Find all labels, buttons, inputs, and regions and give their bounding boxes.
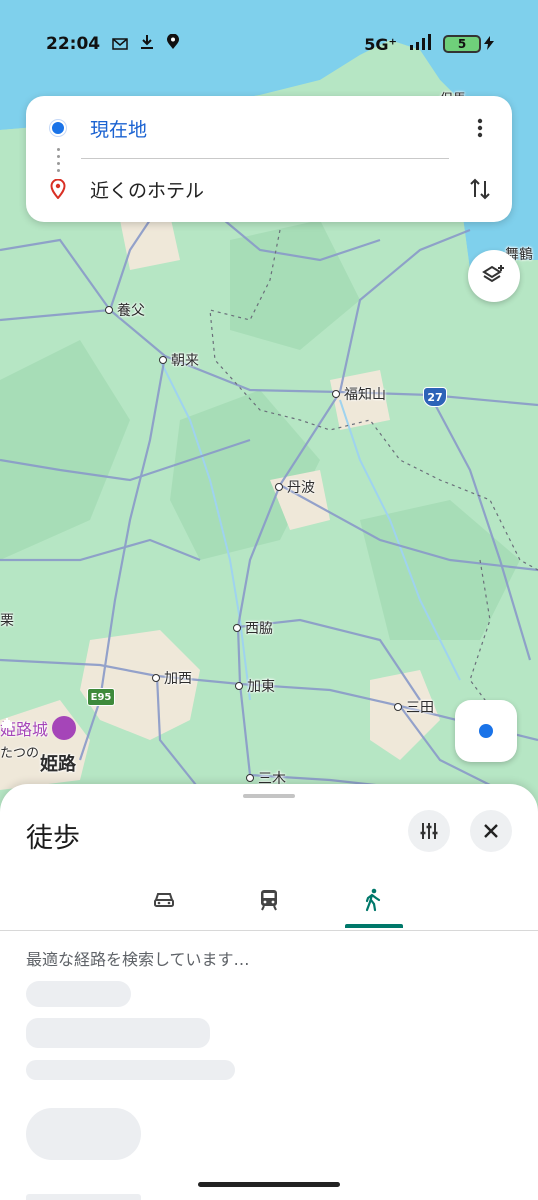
destination-text: 近くのホテル [90, 179, 205, 202]
car-icon [154, 893, 174, 907]
download-icon [140, 34, 154, 54]
swap-button[interactable] [460, 169, 500, 209]
close-icon [484, 824, 498, 838]
red-pin-icon [50, 179, 66, 199]
map-label-kato[interactable]: 加東 [235, 676, 275, 696]
route-search-card: 現在地 近くのホテル [26, 96, 512, 222]
transit-icon [261, 890, 277, 911]
close-button[interactable] [470, 810, 512, 852]
loading-placeholder [26, 1194, 141, 1200]
layers-icon [482, 265, 504, 283]
loading-placeholder [26, 981, 131, 1007]
map-label-asago[interactable]: 朝来 [159, 350, 199, 370]
tabs-divider [0, 930, 538, 931]
loading-placeholder [26, 1060, 235, 1080]
travel-mode-tabs [0, 872, 538, 930]
route-27-shield: 27 [423, 387, 447, 407]
map-label-nishiwaki[interactable]: 西脇 [233, 618, 273, 638]
charging-icon [484, 35, 494, 54]
location-icon [166, 33, 180, 54]
tab-transit[interactable] [240, 872, 298, 928]
signal-icon [409, 34, 431, 54]
home-indicator[interactable] [198, 1182, 340, 1187]
sheet-drag-handle[interactable] [243, 794, 295, 798]
battery-icon: 5 [443, 35, 481, 53]
network-type: 5G⁺ [364, 34, 397, 54]
map-label-yabu[interactable]: 養父 [105, 300, 145, 320]
my-location-icon [479, 724, 493, 738]
castle-icon [2, 716, 77, 740]
tab-walk[interactable] [344, 872, 402, 928]
origin-text: 現在地 [90, 118, 148, 141]
sheet-title: 徒歩 [26, 823, 80, 854]
searching-status-text: 最適な経路を検索しています… [26, 950, 250, 969]
map-poi-himeji-castle[interactable]: 姫路城 [0, 716, 77, 740]
swap-icon [470, 178, 490, 200]
my-location-button[interactable] [455, 700, 517, 762]
walk-icon [365, 888, 381, 912]
map-label-himeji[interactable]: 姫路 [40, 750, 76, 776]
more-options-button[interactable] [460, 108, 500, 148]
loading-placeholder [26, 1018, 210, 1048]
map-label-fukuchiyama[interactable]: 福知山 [332, 384, 386, 404]
expressway-e95-shield: E95 [87, 688, 115, 706]
map-label-partial-west[interactable]: 栗 [0, 610, 14, 630]
tune-icon [420, 823, 438, 839]
loading-placeholder [26, 1108, 141, 1160]
route-divider [81, 158, 449, 159]
mail-icon [112, 35, 128, 54]
map-label-tamba[interactable]: 丹波 [275, 477, 315, 497]
status-bar: 22:04 5G⁺ 5 [0, 26, 538, 62]
more-vert-icon [477, 118, 483, 138]
destination-field[interactable]: 近くのホテル [26, 164, 512, 214]
tab-drive[interactable] [135, 872, 193, 928]
current-location-dot-icon [50, 120, 66, 136]
active-tab-indicator [345, 924, 403, 928]
directions-sheet: 徒歩 最適な経路を検索しています… [0, 784, 538, 1200]
layers-button[interactable] [468, 250, 520, 302]
origin-field[interactable]: 現在地 [26, 103, 512, 153]
map-label-kasai[interactable]: 加西 [152, 668, 192, 688]
route-options-button[interactable] [408, 810, 450, 852]
map-label-tatsuno[interactable]: たつの [0, 742, 39, 761]
status-time: 22:04 [46, 34, 101, 54]
map-label-sanda[interactable]: 三田 [394, 697, 434, 717]
